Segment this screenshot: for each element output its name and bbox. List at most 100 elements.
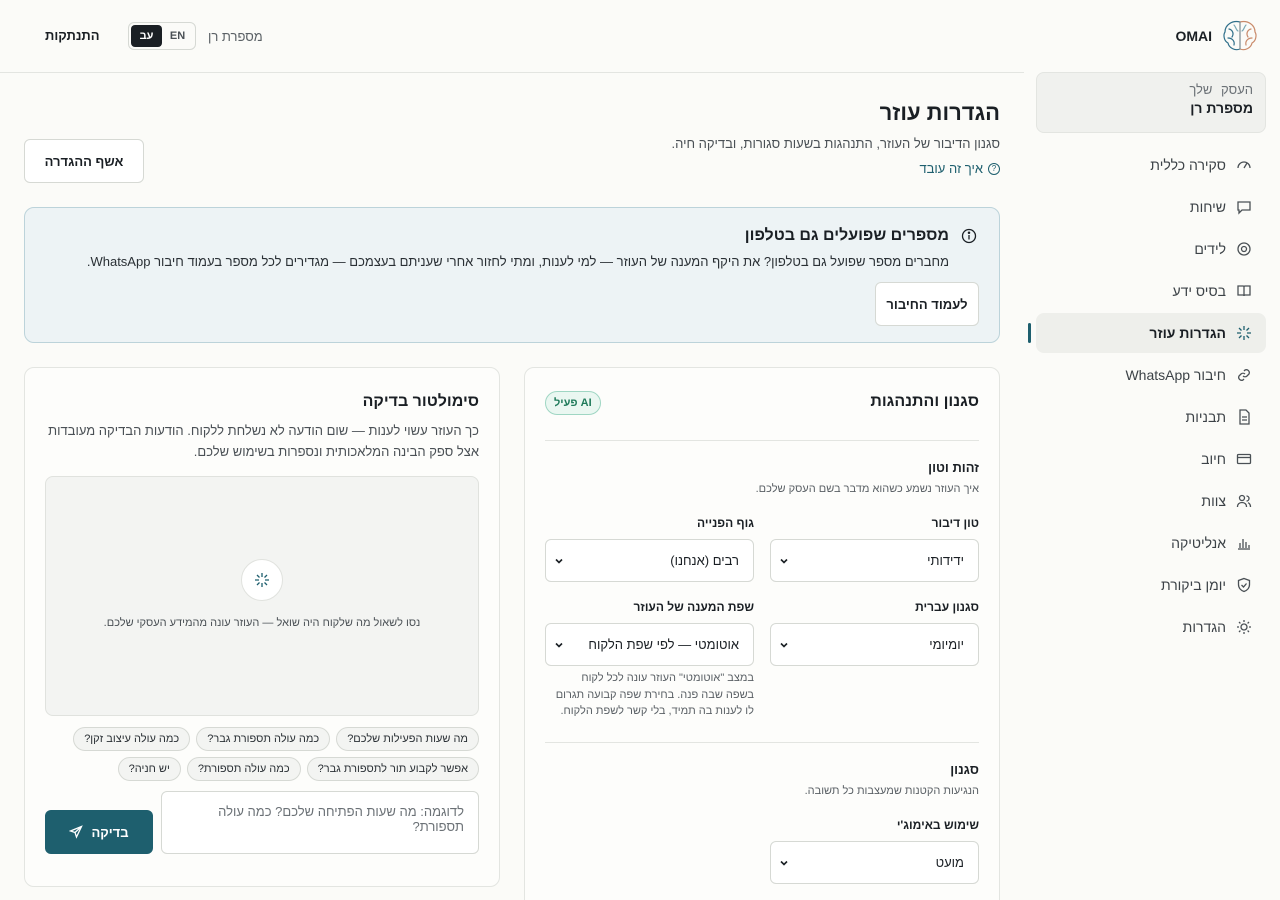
credit-card-icon <box>1236 453 1252 465</box>
sidebar-item-conversations[interactable]: שיחות <box>1036 187 1266 227</box>
gauge-icon <box>1237 161 1251 169</box>
chevron-down-icon <box>780 860 788 866</box>
simulator-input[interactable] <box>161 791 479 854</box>
suggestion-chip[interactable]: כמה עולה עיצוב זקן? <box>73 727 191 751</box>
emoji-select-value: מועט <box>935 855 964 870</box>
person-select-value: רבים (אנחנו) <box>670 553 739 568</box>
ai-badge-label: AI פעיל <box>554 397 592 409</box>
business-label: העסק שלך <box>1189 82 1253 97</box>
sidebar-item-team[interactable]: צוות <box>1036 481 1266 521</box>
sidebar-item-settings[interactable]: הגדרות <box>1036 607 1266 647</box>
brain-logo-icon <box>1223 20 1257 51</box>
business-card[interactable]: העסק שלך מספרת רן <box>1036 72 1266 133</box>
topbar: התנתקות עב EN מספרת רן <box>0 0 1024 73</box>
how-it-works-link[interactable]: ? איך זה עובד <box>919 161 1000 176</box>
suggestion-chip[interactable]: יש חניה? <box>117 757 181 781</box>
style-card-title: סגנון והתנהגות <box>870 393 979 410</box>
tone-label: טון דיבור <box>931 516 979 530</box>
sidebar-item-knowledge-base[interactable]: בסיס ידע <box>1036 271 1266 311</box>
lang-he-option[interactable]: עב <box>131 25 162 47</box>
document-icon <box>1239 409 1250 425</box>
divider <box>545 440 979 441</box>
reply-language-label: שפת המענה של העוזר <box>633 600 754 614</box>
info-icon <box>961 228 977 244</box>
sidebar-nav: סקירה כללית שיחות לידים בסיס ידע הגדרות … <box>1014 145 1266 649</box>
tone-select[interactable]: ידידותי <box>770 539 979 582</box>
sidebar-item-label: סקירה כללית <box>1150 157 1226 173</box>
hebrew-style-select[interactable]: יומיומי <box>770 623 979 666</box>
sidebar-item-label: תבניות <box>1185 409 1226 425</box>
sidebar-item-audit-log[interactable]: יומן ביקורת <box>1036 565 1266 605</box>
run-test-label: בדיקה <box>91 824 129 840</box>
lang-en-option[interactable]: EN <box>162 25 193 47</box>
suggestion-chip[interactable]: כמה עולה תספורת? <box>186 757 301 781</box>
sidebar-item-label: אנליטיקה <box>1171 535 1226 551</box>
sparkle-icon <box>241 559 283 601</box>
chevron-down-icon <box>555 558 563 564</box>
divider <box>545 742 979 743</box>
identity-section-title: זהות וטון <box>928 460 979 475</box>
reply-language-select-value: אוטומטי — לפי שפת הלקוח <box>588 637 739 652</box>
chat-icon <box>1237 201 1251 215</box>
chevron-down-icon <box>780 642 788 648</box>
emoji-select[interactable]: מועט <box>770 841 979 884</box>
sidebar-item-label: לידים <box>1194 241 1226 257</box>
sidebar-item-overview[interactable]: סקירה כללית <box>1036 145 1266 185</box>
sidebar-item-whatsapp[interactable]: חיבור WhatsApp <box>1036 355 1266 395</box>
sidebar-item-label: בסיס ידע <box>1172 283 1226 299</box>
banner-text: מחברים מספר שפועל גם בטלפון? את היקף המע… <box>86 254 949 269</box>
sidebar-item-label: צוות <box>1201 493 1226 509</box>
sparkle-icon <box>1237 326 1251 340</box>
simulator-card: סימולטור בדיקה כך העוזר עשוי לענות — שום… <box>24 367 500 887</box>
emoji-label: שימוש באימוג'י <box>896 818 979 832</box>
sidebar-item-templates[interactable]: תבניות <box>1036 397 1266 437</box>
sidebar-item-billing[interactable]: חיוב <box>1036 439 1266 479</box>
suggested-questions: מה שעות הפעילות שלכם? כמה עולה תספורת גב… <box>43 727 479 781</box>
shield-icon <box>1237 577 1251 593</box>
chevron-down-icon <box>555 642 563 648</box>
help-icon: ? <box>988 162 1000 175</box>
info-banner: מספרים שפועלים גם בטלפון מחברים מספר שפו… <box>24 207 1000 343</box>
sidebar-item-assistant-settings[interactable]: הגדרות עוזר <box>1028 313 1266 353</box>
sidebar-item-analytics[interactable]: אנליטיקה <box>1036 523 1266 563</box>
bar-chart-icon <box>1238 539 1250 550</box>
sidebar-item-leads[interactable]: לידים <box>1036 229 1266 269</box>
suggestion-chip[interactable]: מה שעות הפעילות שלכם? <box>336 727 479 751</box>
topbar-business-name: מספרת רן <box>208 29 263 44</box>
person-select[interactable]: רבים (אנחנו) <box>545 539 754 582</box>
sidebar-item-label: חיוב <box>1201 451 1226 467</box>
logout-link[interactable]: התנתקות <box>45 28 100 43</box>
send-icon <box>69 825 84 839</box>
suggestion-chip[interactable]: אפשר לקבוע תור לתספורת גבר? <box>306 757 479 781</box>
ai-active-badge: AI פעיל <box>545 391 601 415</box>
suggestion-chip[interactable]: כמה עולה תספורת גבר? <box>196 727 331 751</box>
target-icon <box>1237 242 1251 256</box>
language-toggle: עב EN <box>128 22 196 50</box>
chevron-down-icon <box>780 558 788 564</box>
hebrew-style-label: סגנון עברית <box>915 600 979 614</box>
page-title: הגדרות עוזר <box>879 100 1000 125</box>
run-test-button[interactable]: בדיקה <box>45 810 153 854</box>
reply-language-help: במצב "אוטומטי" העוזר עונה לכל לקוח בשפה … <box>555 672 754 717</box>
brand[interactable]: OMAI <box>1175 18 1260 54</box>
simulator-description: כך העוזר עשוי לענות — שום הודעה לא נשלחת… <box>48 423 479 459</box>
sidebar-item-label: הגדרות <box>1182 619 1226 635</box>
person-label: גוף הפנייה <box>696 516 754 530</box>
sidebar-item-label: יומן ביקורת <box>1160 577 1226 593</box>
business-name: מספרת רן <box>1190 100 1253 116</box>
banner-title: מספרים שפועלים גם בטלפון <box>744 227 949 244</box>
how-it-works-label: איך זה עובד <box>919 161 983 176</box>
simulator-empty-state: נסו לשאול מה שלקוח היה שואל — העוזר עונה… <box>103 617 421 629</box>
style-section-title: סגנון <box>950 762 979 777</box>
simulator-title: סימולטור בדיקה <box>362 393 479 410</box>
book-icon <box>1237 285 1251 297</box>
identity-section-subtitle: איך העוזר נשמע כשהוא מדבר בשם העסק שלכם. <box>755 483 979 495</box>
setup-wizard-button[interactable]: אשף ההגדרה <box>24 139 144 183</box>
reply-language-select[interactable]: אוטומטי — לפי שפת הלקוח <box>545 623 754 666</box>
sidebar-item-label: שיחות <box>1189 199 1226 215</box>
go-to-connection-button[interactable]: לעמוד החיבור <box>875 282 979 326</box>
style-behavior-card: סגנון והתנהגות AI פעיל זהות וטון איך העו… <box>524 367 1000 900</box>
sidebar-item-label: חיבור WhatsApp <box>1125 367 1226 383</box>
page-subtitle: סגנון הדיבור של העוזר, התנהגות בשעות סגו… <box>671 136 1001 151</box>
hebrew-style-select-value: יומיומי <box>929 637 964 652</box>
